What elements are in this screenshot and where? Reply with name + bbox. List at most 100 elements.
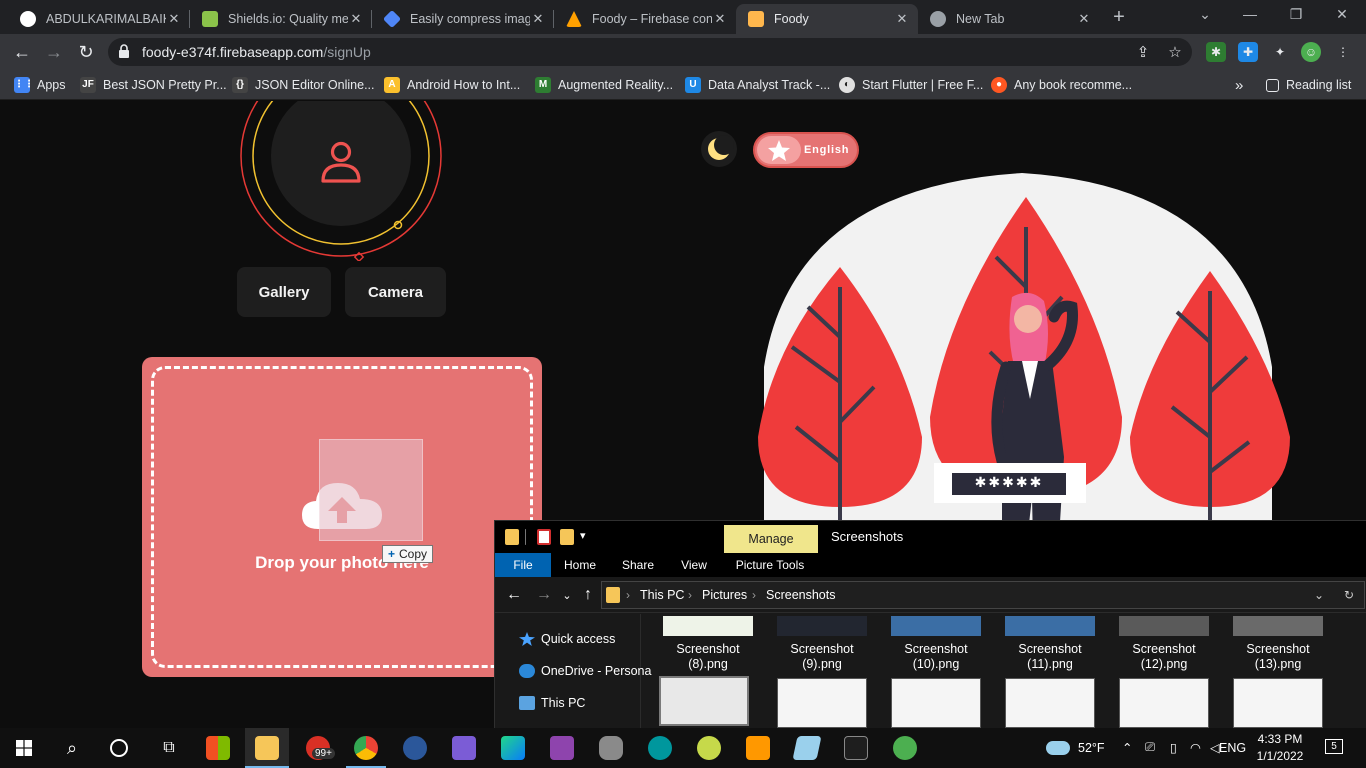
tab-compress[interactable]: Easily compress image ✕ (372, 4, 554, 34)
snail-app-icon[interactable] (697, 736, 721, 760)
ribbon-tab-home[interactable]: Home (555, 553, 605, 577)
visual-studio-icon[interactable] (452, 736, 476, 760)
file-explorer-icon[interactable] (255, 736, 279, 760)
dark-mode-toggle[interactable] (701, 131, 737, 167)
reload-icon[interactable]: ↻ (74, 40, 98, 64)
breadcrumb-pictures[interactable]: Pictures (702, 588, 747, 602)
tab-firebase[interactable]: Foody – Firebase cons ✕ (554, 4, 736, 34)
extension-nl-icon[interactable]: ✱ (1206, 42, 1226, 62)
back-icon[interactable]: ← (505, 586, 523, 604)
windows-start-icon[interactable] (16, 740, 32, 756)
file-screenshot-13[interactable]: Screenshot (13).png (1221, 642, 1335, 672)
forward-icon[interactable]: → (535, 586, 553, 604)
file-thumbnail[interactable] (663, 616, 753, 636)
bookmark-flutter[interactable]: ◐ Start Flutter | Free F... (839, 76, 983, 94)
microsoft-store-icon[interactable] (206, 736, 230, 760)
tab-foody[interactable]: Foody ✕ (736, 4, 918, 34)
recent-locations-icon[interactable]: ⌄ (558, 589, 576, 602)
refresh-icon[interactable]: ↻ (1344, 588, 1354, 602)
terminal-icon[interactable] (844, 736, 868, 760)
file-thumbnail[interactable] (1119, 678, 1209, 728)
bookmark-apps[interactable]: ⋮⋮ Apps (14, 76, 66, 94)
close-icon[interactable]: ✕ (530, 11, 546, 27)
file-thumbnail[interactable] (1233, 678, 1323, 728)
clock[interactable]: 4:33 PM 1/1/2022 (1250, 731, 1310, 765)
tab-search-icon[interactable]: ⌄ (1195, 6, 1215, 23)
arduino-icon[interactable] (648, 736, 672, 760)
share-icon[interactable]: ⇪ (1134, 43, 1152, 61)
profile-avatar-icon[interactable]: ☺ (1301, 42, 1321, 62)
minimize-icon[interactable]: — (1240, 6, 1260, 22)
new-tab-button[interactable]: + (1109, 6, 1129, 29)
manage-tab[interactable]: Manage (724, 525, 818, 553)
file-thumbnail[interactable] (1005, 678, 1095, 728)
chevron-down-icon[interactable]: ⌄ (1314, 588, 1324, 602)
sublime-text-icon[interactable] (746, 736, 770, 760)
ribbon-tab-picture-tools[interactable]: Picture Tools (728, 553, 812, 577)
intellij-icon[interactable] (501, 736, 525, 760)
input-language[interactable]: ENG (1219, 741, 1246, 755)
bookmark-star-icon[interactable]: ☆ (1166, 43, 1184, 61)
forward-icon[interactable]: → (42, 40, 66, 64)
extension-fi-icon[interactable]: ✚ (1238, 42, 1258, 62)
tab-shields[interactable]: Shields.io: Quality met ✕ (190, 4, 372, 34)
close-icon[interactable]: ✕ (712, 11, 728, 27)
quick-access-dropdown-icon[interactable]: ▾ (580, 529, 590, 545)
bookmark-android[interactable]: A Android How to Int... (384, 76, 520, 94)
extensions-puzzle-icon[interactable]: ✦ (1270, 42, 1290, 62)
gallery-button[interactable]: Gallery (237, 267, 331, 317)
file-screenshot-9[interactable]: Screenshot (9).png (765, 642, 879, 672)
file-screenshot-12[interactable]: Screenshot (12).png (1107, 642, 1221, 672)
ribbon-tab-view[interactable]: View (670, 553, 718, 577)
up-icon[interactable]: ↑ (579, 586, 597, 604)
bookmark-data-analyst[interactable]: U Data Analyst Track -... (685, 76, 830, 94)
new-folder-icon[interactable] (560, 529, 574, 545)
file-screenshot-10[interactable]: Screenshot (10).png (879, 642, 993, 672)
breadcrumb-this-pc[interactable]: This PC (640, 588, 684, 602)
bookmark-json-editor[interactable]: {} JSON Editor Online... (232, 76, 375, 94)
bookmark-reddit[interactable]: ● Any book recomme... (991, 76, 1132, 94)
cortana-icon[interactable] (110, 739, 128, 757)
properties-icon[interactable] (537, 529, 551, 545)
ribbon-tab-share[interactable]: Share (613, 553, 663, 577)
tab-github[interactable]: ABDULKARIMALBAIK/ ✕ (8, 4, 190, 34)
bookmarks-overflow-icon[interactable]: » (1235, 76, 1243, 94)
search-icon[interactable]: ⌕ (60, 736, 84, 760)
file-thumbnail[interactable] (777, 678, 867, 728)
bookmark-json-pretty[interactable]: JF Best JSON Pretty Pr... (80, 76, 227, 94)
file-thumbnail[interactable] (1119, 616, 1209, 636)
chrome-icon[interactable] (354, 736, 378, 760)
folder-icon[interactable] (505, 529, 519, 545)
camera-button[interactable]: Camera (345, 267, 446, 317)
close-window-icon[interactable]: ✕ (1332, 6, 1352, 23)
restore-icon[interactable]: ❐ (1286, 6, 1306, 23)
language-toggle[interactable]: English (753, 132, 859, 168)
tab-new-tab[interactable]: New Tab ✕ (918, 4, 1100, 34)
phpstorm-icon[interactable] (550, 736, 574, 760)
nav-quick-access[interactable]: Quick access (519, 630, 615, 648)
nav-onedrive[interactable]: OneDrive - Persona (519, 662, 651, 680)
task-view-icon[interactable]: ⧉ (157, 736, 181, 760)
file-thumbnail[interactable] (891, 616, 981, 636)
avatar-picker[interactable] (230, 101, 452, 263)
file-thumbnail-selected[interactable] (659, 676, 749, 726)
database-icon[interactable] (599, 736, 623, 760)
photo-dropzone[interactable]: Drop your photo here + Copy (142, 357, 542, 677)
meet-now-icon[interactable]: ⎚ (1145, 740, 1155, 755)
file-thumbnail[interactable] (1005, 616, 1095, 636)
close-icon[interactable]: ✕ (894, 11, 910, 27)
ribbon-tab-file[interactable]: File (495, 553, 551, 577)
explorer-address-bar[interactable]: › This PC › Pictures › Screenshots ⌄ ↻ (601, 581, 1365, 609)
word-app-icon[interactable] (403, 736, 427, 760)
close-icon[interactable]: ✕ (166, 11, 182, 27)
weather-temperature[interactable]: 52°F (1078, 741, 1105, 755)
address-bar[interactable]: foody-e374f.firebaseapp.com/signUp ⇪ ☆ (108, 38, 1192, 66)
file-screenshot-11[interactable]: Screenshot (11).png (993, 642, 1107, 672)
file-screenshot-8[interactable]: Screenshot (8).png (651, 642, 765, 672)
nav-this-pc[interactable]: This PC (519, 694, 585, 712)
chrome-menu-icon[interactable]: ⋮ (1333, 42, 1353, 62)
tray-overflow-icon[interactable]: ⌃ (1122, 740, 1132, 755)
notification-center-icon[interactable]: 5 (1325, 739, 1343, 754)
notepad-icon[interactable] (792, 736, 822, 760)
close-icon[interactable]: ✕ (348, 11, 364, 27)
